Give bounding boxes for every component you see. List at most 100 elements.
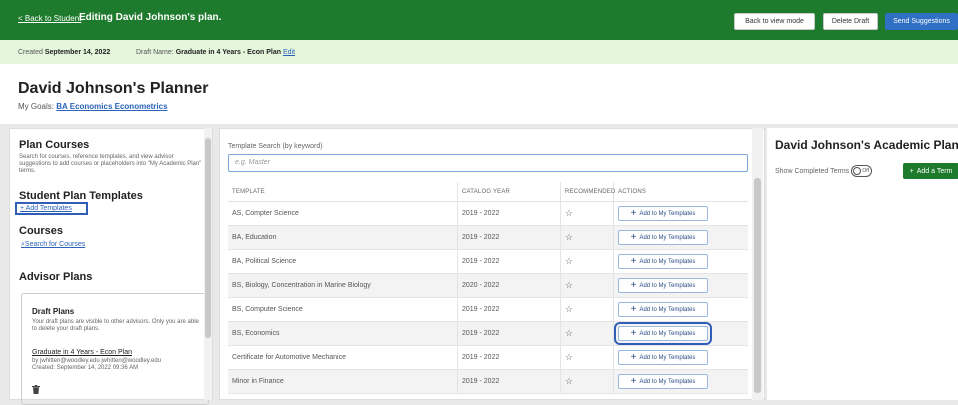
plan-courses-panel: Plan Courses Search for courses, referen… <box>9 128 213 405</box>
draft-plan-link[interactable]: Graduate in 4 Years - Econ Plan <box>32 349 132 356</box>
add-button-label: Add to My Templates <box>639 258 696 265</box>
templates-table: Template Catalog Year Recommended Action… <box>228 182 748 394</box>
draft-plan-author: by jwhitten@woodley.edu jwhitten@woodley… <box>32 358 162 364</box>
add-button-label: Add to My Templates <box>639 354 696 361</box>
add-to-my-templates-button[interactable]: + Add to My Templates <box>618 254 708 269</box>
add-button-label: Add to My Templates <box>639 210 696 217</box>
plus-icon: + <box>630 327 637 339</box>
table-row: BA, Political Science 2019 - 2022 ☆ + Add… <box>228 250 748 274</box>
actions-cell: + Add to My Templates <box>614 298 748 321</box>
goal-link[interactable]: BA Economics Econometrics <box>56 102 167 111</box>
plus-icon: + <box>909 167 914 175</box>
draft-name: Graduate in 4 Years - Econ Plan <box>175 49 281 56</box>
draft-plans-card: Draft Plans Your draft plans are visible… <box>21 293 209 405</box>
draft-plan-created: Created: September 14, 2022 09:36 AM <box>32 365 139 371</box>
toggle-knob <box>853 167 861 175</box>
recommended-cell: ☆ <box>561 346 614 369</box>
actions-cell: + Add to My Templates <box>614 202 748 225</box>
template-search-input[interactable]: e.g. Master <box>228 154 748 172</box>
courses-title: Courses <box>19 225 64 237</box>
star-icon[interactable]: ☆ <box>565 208 573 219</box>
delete-draft-button[interactable]: Delete Draft <box>823 13 878 30</box>
recommended-cell: ☆ <box>561 202 614 225</box>
recommended-cell: ☆ <box>561 226 614 249</box>
add-to-my-templates-button[interactable]: + Add to My Templates <box>618 206 708 221</box>
plus-icon: + <box>630 207 637 219</box>
star-icon[interactable]: ☆ <box>565 376 573 387</box>
recommended-cell: ☆ <box>561 274 614 297</box>
edit-draft-name-link[interactable]: Edit <box>283 49 295 56</box>
actions-cell: + Add to My Templates <box>614 346 748 369</box>
my-goals: My Goals: BA Economics Econometrics <box>18 102 168 111</box>
template-search-label: Template Search (by keyword) <box>228 143 323 150</box>
template-name: BS, Economics <box>228 322 458 345</box>
star-icon[interactable]: ☆ <box>565 352 573 363</box>
plus-icon: + <box>630 375 637 387</box>
advisor-plans-title: Advisor Plans <box>19 271 93 283</box>
table-header: Template Catalog Year Recommended Action… <box>228 182 748 202</box>
star-icon[interactable]: ☆ <box>565 256 573 267</box>
add-to-my-templates-button[interactable]: + Add to My Templates <box>618 230 708 245</box>
add-to-my-templates-button[interactable]: + Add to My Templates <box>618 374 708 389</box>
column-header-catalog-year[interactable]: Catalog Year <box>458 182 561 201</box>
template-name: BA, Education <box>228 226 458 249</box>
draft-name-prefix: Draft Name: <box>136 49 174 56</box>
template-name: BA, Political Science <box>228 250 458 273</box>
top-bar: < Back to Student Editing David Johnson'… <box>0 0 958 40</box>
scrollbar-thumb[interactable] <box>205 138 211 338</box>
add-a-term-button[interactable]: + Add a Term <box>903 163 958 179</box>
column-header-recommended[interactable]: Recommended <box>561 182 615 201</box>
star-icon[interactable]: ☆ <box>565 304 573 315</box>
template-search-panel: Template Search (by keyword) e.g. Master… <box>219 128 765 400</box>
plan-courses-title: Plan Courses <box>19 139 90 151</box>
add-templates-link[interactable]: + Add Templates <box>15 202 88 215</box>
catalog-year: 2019 - 2022 <box>458 370 561 393</box>
plus-icon: + <box>630 351 637 363</box>
table-row: Minor in Finance 2019 - 2022 ☆ + Add to M… <box>228 370 748 394</box>
actions-cell: + Add to My Templates <box>614 322 748 345</box>
created-info: Created September 14, 2022 <box>18 49 110 56</box>
send-suggestions-button[interactable]: Send Suggestions <box>885 13 958 30</box>
recommended-cell: ☆ <box>561 322 614 345</box>
center-panel-scrollbar[interactable] <box>752 128 763 400</box>
add-button-label: Add to My Templates <box>639 306 696 313</box>
search-for-courses-link[interactable]: ⌕Search for Courses <box>21 241 85 249</box>
table-row: Certificate for Automotive Mechanice 201… <box>228 346 748 370</box>
catalog-year: 2019 - 2022 <box>458 226 561 249</box>
back-to-view-mode-button[interactable]: Back to view mode <box>734 13 815 30</box>
actions-cell: + Add to My Templates <box>614 370 748 393</box>
back-to-student-link[interactable]: < Back to Student <box>18 14 81 23</box>
catalog-year: 2019 - 2022 <box>458 202 561 225</box>
add-button-label: Add to My Templates <box>639 330 696 337</box>
draft-plan-meta: by jwhitten@woodley.edu jwhitten@woodley… <box>32 358 207 372</box>
add-to-my-templates-button[interactable]: + Add to My Templates <box>614 322 712 345</box>
table-row: AS, Compter Science 2019 - 2022 ☆ + Add t… <box>228 202 748 226</box>
column-header-template[interactable]: Template <box>228 182 458 201</box>
star-icon[interactable]: ☆ <box>565 280 573 291</box>
academic-plan-panel: David Johnson's Academic Plan Show Compl… <box>767 128 958 400</box>
plus-icon: + <box>630 303 637 315</box>
add-button-label: Add to My Templates <box>639 378 696 385</box>
plus-icon: + <box>630 279 637 291</box>
add-to-my-templates-button[interactable]: + Add to My Templates <box>618 278 708 293</box>
catalog-year: 2020 - 2022 <box>458 274 561 297</box>
template-name: AS, Compter Science <box>228 202 458 225</box>
table-row: BS, Economics 2019 - 2022 ☆ + Add to My T… <box>228 322 748 346</box>
show-completed-toggle[interactable]: Off <box>851 165 872 177</box>
actions-cell: + Add to My Templates <box>614 274 748 297</box>
planner-header: David Johnson's Planner My Goals: BA Eco… <box>0 64 958 124</box>
created-date: September 14, 2022 <box>44 49 111 56</box>
add-to-my-templates-button[interactable]: + Add to My Templates <box>618 302 708 317</box>
star-icon[interactable]: ☆ <box>565 232 573 243</box>
add-to-my-templates-button[interactable]: + Add to My Templates <box>618 350 708 365</box>
draft-plans-title: Draft Plans <box>32 307 75 316</box>
catalog-year: 2019 - 2022 <box>458 346 561 369</box>
plan-courses-description: Search for courses, reference templates,… <box>19 154 202 174</box>
left-panel-scrollbar[interactable] <box>204 128 212 400</box>
trash-icon[interactable] <box>32 385 40 394</box>
scrollbar-thumb[interactable] <box>754 178 761 393</box>
plus-icon: + <box>630 255 637 267</box>
add-button-label: Add to My Templates <box>639 234 696 241</box>
star-icon[interactable]: ☆ <box>565 328 573 339</box>
table-row: BS, Biology, Concentration in Marine Bio… <box>228 274 748 298</box>
